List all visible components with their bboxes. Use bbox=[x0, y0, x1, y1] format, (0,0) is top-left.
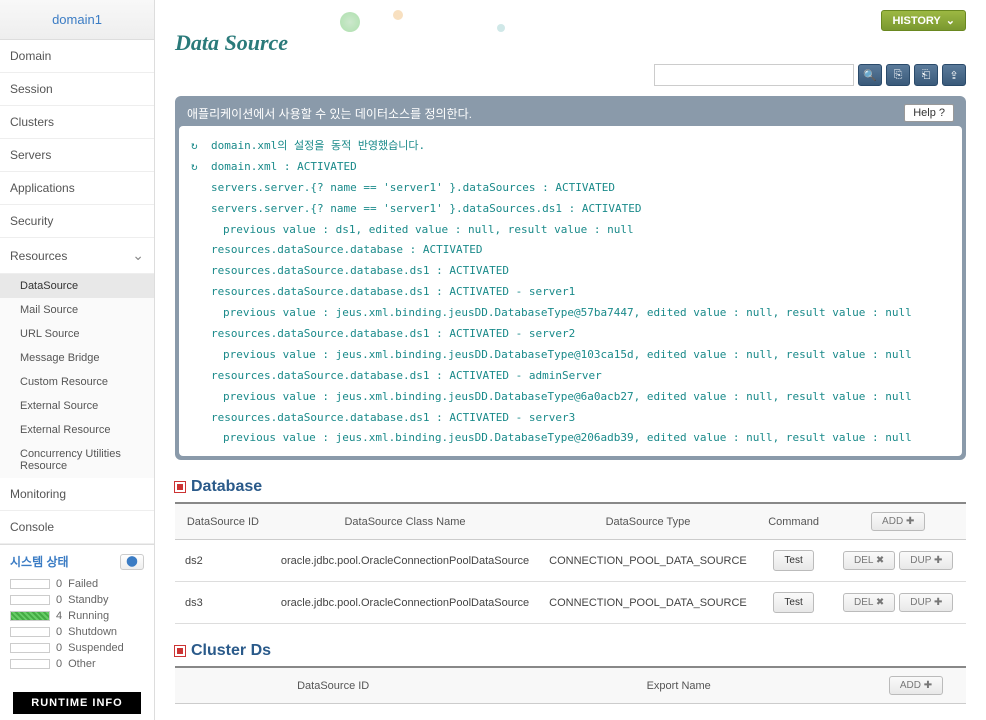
status-row-failed: 0Failed bbox=[10, 578, 144, 590]
test-button[interactable]: Test bbox=[773, 592, 813, 613]
log-line: resources.dataSource.database.ds1 : ACTI… bbox=[191, 366, 950, 387]
sidebar-item-message-bridge[interactable]: Message Bridge bbox=[0, 346, 154, 370]
cluster-empty-message: 해당 내역이 존재하지 않습니다. bbox=[175, 704, 966, 720]
table-header: DataSource Class Name bbox=[271, 503, 539, 540]
table-header: ADD ✚ bbox=[866, 667, 966, 704]
cluster-table: DataSource IDExport Name ADD ✚ bbox=[175, 666, 966, 704]
nav-item-security[interactable]: Security bbox=[0, 205, 154, 238]
nav-item-applications[interactable]: Applications bbox=[0, 172, 154, 205]
cluster-section-title: Cluster Ds bbox=[175, 642, 966, 660]
nav-item-session[interactable]: Session bbox=[0, 73, 154, 106]
sidebar-item-external-resource[interactable]: External Resource bbox=[0, 418, 154, 442]
history-button[interactable]: HISTORY bbox=[881, 10, 966, 31]
log-line: servers.server.{? name == 'server1' }.da… bbox=[191, 199, 950, 220]
table-header: DataSource Type bbox=[539, 503, 757, 540]
xml-icon[interactable]: ⎗ bbox=[914, 64, 938, 86]
sidebar-item-external-source[interactable]: External Source bbox=[0, 394, 154, 418]
export-icon[interactable]: ⎘ bbox=[886, 64, 910, 86]
search-input[interactable] bbox=[654, 64, 854, 86]
status-row-standby: 0Standby bbox=[10, 594, 144, 606]
nav-monitoring[interactable]: Monitoring bbox=[0, 478, 154, 511]
log-line: resources.dataSource.database.ds1 : ACTI… bbox=[191, 261, 950, 282]
log-line: previous value : jeus.xml.binding.jeusDD… bbox=[191, 303, 950, 324]
table-row: ds3oracle.jdbc.pool.OracleConnectionPool… bbox=[175, 582, 966, 624]
log-box: 애플리케이션에서 사용할 수 있는 데이터소스를 정의한다. Help ? ↻d… bbox=[175, 96, 966, 460]
status-row-suspended: 0Suspended bbox=[10, 642, 144, 654]
sidebar-item-custom-resource[interactable]: Custom Resource bbox=[0, 370, 154, 394]
log-line: previous value : ds1, edited value : nul… bbox=[191, 220, 950, 241]
status-row-other: 0Other bbox=[10, 658, 144, 670]
status-row-shutdown: 0Shutdown bbox=[10, 626, 144, 638]
log-line: resources.dataSource.database.ds1 : ACTI… bbox=[191, 324, 950, 345]
upload-icon[interactable]: ⇪ bbox=[942, 64, 966, 86]
log-line: ↻domain.xml : ACTIVATED bbox=[191, 157, 950, 178]
status-bar-icon bbox=[10, 659, 50, 669]
add-button[interactable]: ADD ✚ bbox=[871, 512, 925, 531]
add-button[interactable]: ADD ✚ bbox=[889, 676, 943, 695]
table-header: Command bbox=[757, 503, 831, 540]
log-description: 애플리케이션에서 사용할 수 있는 데이터소스를 정의한다. bbox=[187, 105, 472, 122]
domain-title[interactable]: domain1 bbox=[0, 0, 154, 40]
refresh-icon: ↻ bbox=[191, 157, 203, 178]
sidebar-item-datasource[interactable]: DataSource bbox=[0, 274, 154, 298]
database-table: DataSource IDDataSource Class NameDataSo… bbox=[175, 502, 966, 624]
status-bar-icon bbox=[10, 579, 50, 589]
sidebar-item-concurrency-utilities-resource[interactable]: Concurrency Utilities Resource bbox=[0, 442, 154, 478]
decor-dots bbox=[340, 10, 505, 35]
test-button[interactable]: Test bbox=[773, 550, 813, 571]
status-bar-icon bbox=[10, 595, 50, 605]
sidebar-item-mail-source[interactable]: Mail Source bbox=[0, 298, 154, 322]
help-button[interactable]: Help ? bbox=[904, 104, 954, 122]
nav-console[interactable]: Console bbox=[0, 511, 154, 544]
status-title: 시스템 상태 bbox=[10, 553, 69, 570]
nav-item-domain[interactable]: Domain bbox=[0, 40, 154, 73]
search-icon[interactable]: 🔍 bbox=[858, 64, 882, 86]
del-button[interactable]: DEL ✖ bbox=[843, 551, 895, 570]
del-button[interactable]: DEL ✖ bbox=[843, 593, 895, 612]
table-row: ds2oracle.jdbc.pool.OracleConnectionPool… bbox=[175, 540, 966, 582]
dup-button[interactable]: DUP ✚ bbox=[899, 551, 953, 570]
log-line: resources.dataSource.database.ds1 : ACTI… bbox=[191, 408, 950, 429]
nav-item-servers[interactable]: Servers bbox=[0, 139, 154, 172]
table-header: ADD ✚ bbox=[830, 503, 966, 540]
database-section-title: Database bbox=[175, 478, 966, 496]
section-marker-icon bbox=[175, 482, 185, 492]
log-line: previous value : jeus.xml.binding.jeusDD… bbox=[191, 345, 950, 366]
toggle-icon[interactable]: ⬤ bbox=[120, 554, 144, 570]
sidebar: domain1 DomainSessionClustersServersAppl… bbox=[0, 0, 155, 720]
status-bar-icon bbox=[10, 611, 50, 621]
table-header: Export Name bbox=[491, 667, 866, 704]
runtime-info-button[interactable]: RUNTIME INFO bbox=[13, 692, 140, 714]
log-line: ↻domain.xml의 설정을 동적 반영했습니다. bbox=[191, 136, 950, 157]
dup-button[interactable]: DUP ✚ bbox=[899, 593, 953, 612]
system-status-section: 시스템 상태 ⬤ 0Failed 0Standby 4Running 0Shutdow… bbox=[0, 544, 154, 682]
status-bar-icon bbox=[10, 627, 50, 637]
log-line: resources.dataSource.database.ds1 : ACTI… bbox=[191, 282, 950, 303]
status-bar-icon bbox=[10, 643, 50, 653]
log-line: previous value : jeus.xml.binding.jeusDD… bbox=[191, 387, 950, 408]
log-line: servers.server.{? name == 'server1' }.da… bbox=[191, 178, 950, 199]
nav-resources[interactable]: Resources bbox=[0, 238, 154, 274]
main-content: HISTORY Data Source 🔍 ⎘ ⎗ ⇪ 애플리케이션에서 사용할… bbox=[155, 0, 986, 720]
table-header: DataSource ID bbox=[175, 503, 271, 540]
log-line: previous value : jeus.xml.binding.jeusDD… bbox=[191, 428, 950, 449]
nav-item-clusters[interactable]: Clusters bbox=[0, 106, 154, 139]
refresh-icon: ↻ bbox=[191, 136, 203, 157]
status-row-running: 4Running bbox=[10, 610, 144, 622]
section-marker-icon bbox=[175, 646, 185, 656]
table-header: DataSource ID bbox=[175, 667, 491, 704]
sidebar-item-url-source[interactable]: URL Source bbox=[0, 322, 154, 346]
page-title: Data Source bbox=[175, 30, 288, 56]
log-line: resources.dataSource.database : ACTIVATE… bbox=[191, 240, 950, 261]
